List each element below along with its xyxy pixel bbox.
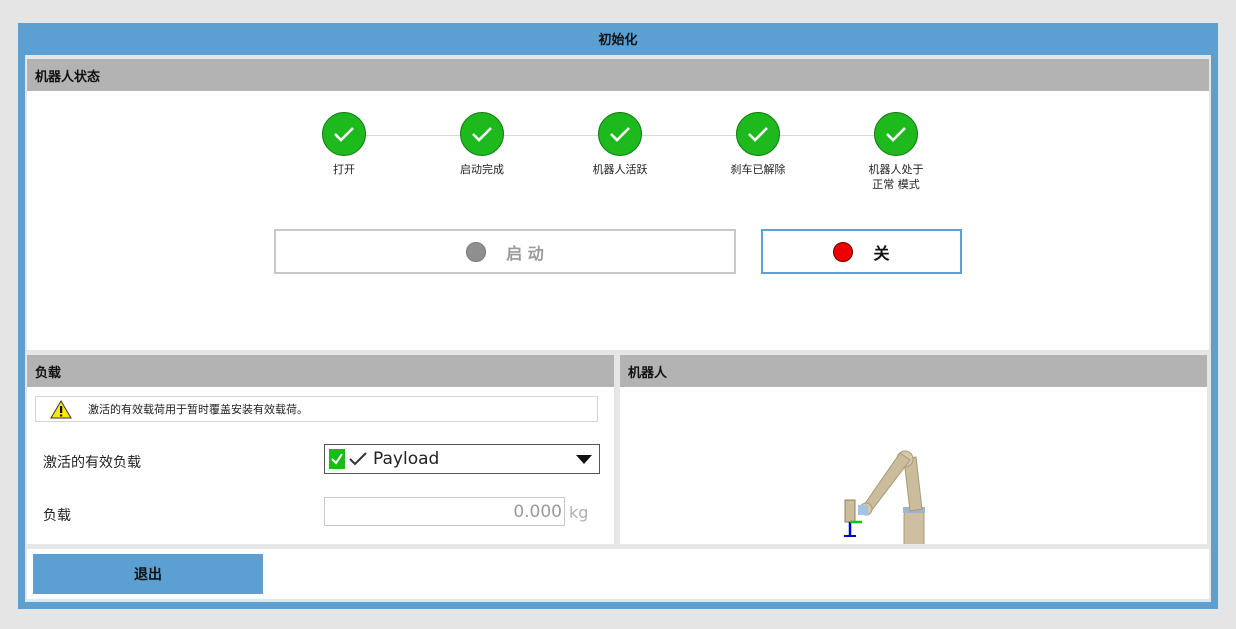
dropdown-arrow-icon xyxy=(576,455,592,464)
warning-text: 激活的有效载荷用于暂时覆盖安装有效载荷。 xyxy=(88,403,308,416)
step-brakes-released: 刹车已解除 xyxy=(703,112,813,177)
load-label: 负载 xyxy=(43,508,71,524)
step-label: 启动完成 xyxy=(460,163,504,176)
warning-icon xyxy=(50,399,72,419)
step-normal-mode: 机器人处于 正常 模式 xyxy=(841,112,951,192)
window-title: 初始化 xyxy=(598,33,638,48)
load-unit: kg xyxy=(569,503,589,522)
red-indicator-icon xyxy=(833,241,854,262)
step-label: 刹车已解除 xyxy=(730,163,786,176)
active-payload-value: Payload xyxy=(373,449,440,469)
grey-indicator-icon xyxy=(466,241,487,262)
payload-header: 负载 xyxy=(27,355,614,387)
active-payload-label: 激活的有效负载 xyxy=(43,455,141,471)
start-button-label: 启 动 xyxy=(506,243,544,263)
robot-status-header: 机器人状态 xyxy=(27,59,1209,91)
check-icon xyxy=(322,112,366,156)
payload-flag-icon xyxy=(329,449,345,469)
start-button[interactable]: 启 动 xyxy=(274,229,736,274)
window-content: 机器人状态 打开 启动完成 机器人活跃 刹车已解除 机器人处于 正常 模式 启 … xyxy=(25,55,1211,602)
step-robot-active: 机器人活跃 xyxy=(565,112,675,177)
payload-panel: 负载 激活的有效载荷用于暂时覆盖安装有效载荷。 激活的有效负载 Payload … xyxy=(27,355,614,544)
initialization-window: 初始化 机器人状态 打开 启动完成 机器人活跃 刹车已解除 机器人处于 正常 模… xyxy=(18,23,1218,609)
step-power-on: 打开 xyxy=(289,112,399,177)
step-label: 机器人处于 正常 模式 xyxy=(868,163,924,191)
robot-view-panel: 机器人 xyxy=(620,355,1207,544)
robot-status-panel: 机器人状态 打开 启动完成 机器人活跃 刹车已解除 机器人处于 正常 模式 启 … xyxy=(27,59,1209,350)
load-input[interactable]: 0.000 xyxy=(324,497,565,526)
off-button-label: 关 xyxy=(873,243,890,263)
check-icon xyxy=(736,112,780,156)
step-label: 打开 xyxy=(333,163,355,176)
checkmark-icon xyxy=(349,452,367,466)
bottom-bar: 退出 xyxy=(27,549,1209,599)
robot-view-header: 机器人 xyxy=(620,355,1207,387)
step-boot-complete: 启动完成 xyxy=(427,112,537,177)
robot-arm-image xyxy=(844,450,925,544)
payload-warning: 激活的有效载荷用于暂时覆盖安装有效载荷。 xyxy=(35,396,598,422)
active-payload-select[interactable]: Payload xyxy=(324,444,600,474)
check-icon xyxy=(874,112,918,156)
check-icon xyxy=(460,112,504,156)
off-button[interactable]: 关 xyxy=(761,229,962,274)
exit-button[interactable]: 退出 xyxy=(33,554,263,594)
step-label: 机器人活跃 xyxy=(592,163,648,176)
check-icon xyxy=(598,112,642,156)
